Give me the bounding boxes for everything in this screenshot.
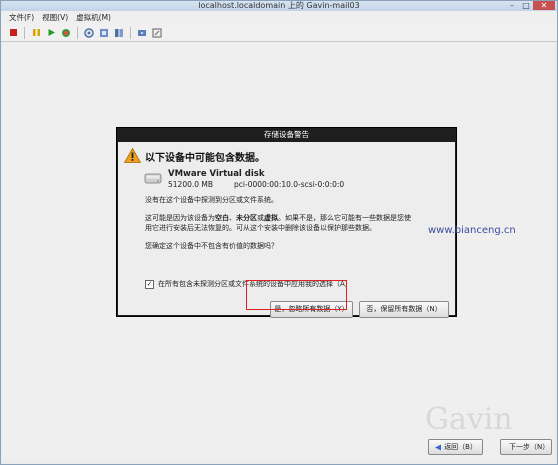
revert-snapshot-icon[interactable]: [98, 27, 110, 39]
toolbar-separator: [130, 26, 131, 39]
dialog-title: 存储设备警告: [264, 130, 309, 139]
toolbar-separator: [24, 26, 25, 39]
minimize-button[interactable]: –: [505, 1, 519, 10]
play-icon[interactable]: [45, 27, 57, 39]
no-keep-data-button[interactable]: 否，保留所有数据（N）: [359, 301, 449, 318]
keyword-virtual: 虚拟: [264, 214, 278, 222]
window-titlebar[interactable]: localhost.localdomain 上的 Gavin-mail03 – …: [1, 1, 557, 11]
no-partition-message: 没有在这个设备中探测到分区或文件系统。: [145, 196, 278, 204]
explanation-part: 、: [229, 214, 236, 222]
site-watermark: www.bianceng.cn: [428, 225, 516, 236]
maximize-button[interactable]: □: [519, 1, 533, 10]
reset-icon[interactable]: [60, 27, 72, 39]
send-keys-icon[interactable]: [136, 27, 148, 39]
close-button[interactable]: ✕: [533, 1, 555, 10]
stop-icon[interactable]: [7, 27, 19, 39]
back-button-label: 返回（B）: [444, 443, 477, 451]
pause-icon[interactable]: [30, 27, 42, 39]
back-arrow-icon: [435, 443, 442, 451]
snapshot-icon[interactable]: [83, 27, 95, 39]
explanation-text: 这可能是因为该设备为空白、未分区或虚拟。如果不是，那么它可能有一些数据是您使 用…: [145, 213, 411, 233]
confirm-question: 您确定这个设备中不包含有价值的数据吗？: [145, 242, 278, 250]
window-title: localhost.localdomain 上的 Gavin-mail03: [198, 1, 360, 10]
keyword-unpartitioned: 未分区: [236, 214, 257, 222]
next-button[interactable]: 下一步（N）: [500, 439, 552, 455]
menu-bar: 文件(F) 视图(V) 虚拟机(M): [1, 11, 557, 24]
menu-file[interactable]: 文件(F): [9, 12, 34, 23]
toolbar-separator: [77, 26, 78, 39]
window-controls: – □ ✕: [505, 1, 555, 11]
explanation-part: 。如果不是，那么它可能有一些数据是您使: [278, 214, 411, 222]
author-watermark: Gavin: [425, 402, 513, 437]
manage-snapshots-icon[interactable]: [113, 27, 125, 39]
back-button[interactable]: 返回（B）: [428, 439, 483, 455]
explanation-line-1: 这可能是因为该设备为空白、未分区或虚拟。如果不是，那么它可能有一些数据是您使: [145, 213, 411, 223]
explanation-part: 这可能是因为该设备为: [145, 214, 215, 222]
annotation-highlight-box: [246, 280, 347, 310]
disk-path: pci-0000:00:10.0-scsi-0:0:0:0: [234, 180, 345, 189]
explanation-line-2: 用它进行安装后无法恢复的。可从这个安装中删除该设备以保护那些数据。: [145, 224, 376, 232]
menu-view[interactable]: 视图(V): [42, 12, 68, 23]
hard-disk-icon: [144, 173, 162, 184]
fullscreen-icon[interactable]: [151, 27, 163, 39]
warning-icon: [124, 148, 141, 163]
explanation-part: 或: [257, 214, 264, 222]
dialog-heading: 以下设备中可能包含数据。: [145, 153, 265, 164]
menu-vm[interactable]: 虚拟机(M): [76, 12, 111, 23]
apply-to-all-checkbox[interactable]: ✓: [145, 279, 154, 289]
keyword-blank: 空白: [215, 214, 229, 222]
toolbar: [1, 24, 557, 42]
disk-name: VMware Virtual disk: [168, 169, 265, 179]
next-button-label: 下一步（N）: [509, 443, 550, 451]
disk-size: 51200.0 MB: [168, 180, 214, 189]
